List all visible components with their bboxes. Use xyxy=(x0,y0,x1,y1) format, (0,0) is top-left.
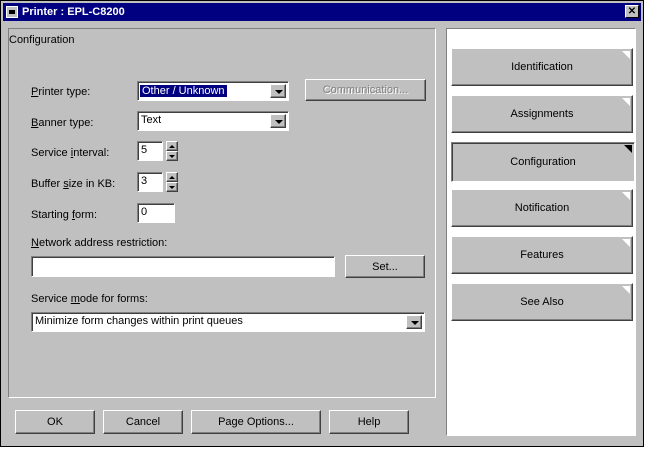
nav-configuration[interactable]: Configuration xyxy=(451,142,635,182)
nav-panel xyxy=(446,28,636,436)
printer-type-value: Other / Unknown xyxy=(140,85,227,97)
page-corner-icon xyxy=(622,239,630,247)
set-button[interactable]: Set... xyxy=(345,255,425,278)
nav-features[interactable]: Features xyxy=(451,236,633,274)
close-button[interactable]: ✕ xyxy=(625,5,639,18)
page-corner-icon xyxy=(624,145,632,153)
starting-form-input[interactable]: 0 xyxy=(137,203,175,223)
group-title: Configuration xyxy=(9,34,75,46)
page-corner-icon xyxy=(622,286,630,294)
spin-up-icon[interactable] xyxy=(166,141,178,151)
spin-up-icon[interactable] xyxy=(166,172,178,182)
banner-type-select[interactable]: Text xyxy=(137,111,289,131)
chevron-down-icon[interactable] xyxy=(406,315,422,329)
banner-type-label: Banner type: xyxy=(31,117,94,129)
service-mode-select[interactable]: Minimize form changes within print queue… xyxy=(31,312,425,332)
window-title: Printer : EPL-C8200 xyxy=(22,6,125,18)
buffer-size-input[interactable]: 3 xyxy=(137,172,163,192)
cancel-button[interactable]: Cancel xyxy=(103,410,183,434)
nav-identification[interactable]: Identification xyxy=(451,48,633,86)
page-options-button[interactable]: Page Options... xyxy=(191,410,321,434)
service-mode-label: Service mode for forms: xyxy=(31,293,148,305)
network-restriction-input[interactable] xyxy=(31,256,335,277)
printer-type-select[interactable]: Other / Unknown xyxy=(137,81,289,101)
chevron-down-icon[interactable] xyxy=(270,114,286,128)
service-interval-label: Service interval: xyxy=(31,147,110,159)
buffer-size-spinner[interactable] xyxy=(166,172,178,192)
spin-down-icon[interactable] xyxy=(166,182,178,192)
starting-form-label: Starting form: xyxy=(31,209,98,221)
communication-button[interactable]: Communication... xyxy=(305,79,426,101)
service-interval-input[interactable]: 5 xyxy=(137,141,163,161)
nav-notification[interactable]: Notification xyxy=(451,189,633,227)
spin-down-icon[interactable] xyxy=(166,151,178,161)
title-bar: Printer : EPL-C8200 ✕ xyxy=(3,3,641,21)
printer-icon xyxy=(6,6,18,18)
page-corner-icon xyxy=(622,51,630,59)
ok-button[interactable]: OK xyxy=(15,410,95,434)
printer-type-label: Printer type: xyxy=(31,86,91,98)
page-corner-icon xyxy=(622,98,630,106)
nav-assignments[interactable]: Assignments xyxy=(451,95,633,133)
banner-type-value: Text xyxy=(141,114,162,126)
buffer-size-label: Buffer size in KB: xyxy=(31,178,116,190)
help-button[interactable]: Help xyxy=(329,410,409,434)
service-interval-spinner[interactable] xyxy=(166,141,178,161)
service-mode-value: Minimize form changes within print queue… xyxy=(35,315,243,327)
page-corner-icon xyxy=(622,192,630,200)
chevron-down-icon[interactable] xyxy=(270,84,286,98)
nav-see-also[interactable]: See Also xyxy=(451,283,633,321)
network-restriction-label: Network address restriction: xyxy=(31,237,168,249)
